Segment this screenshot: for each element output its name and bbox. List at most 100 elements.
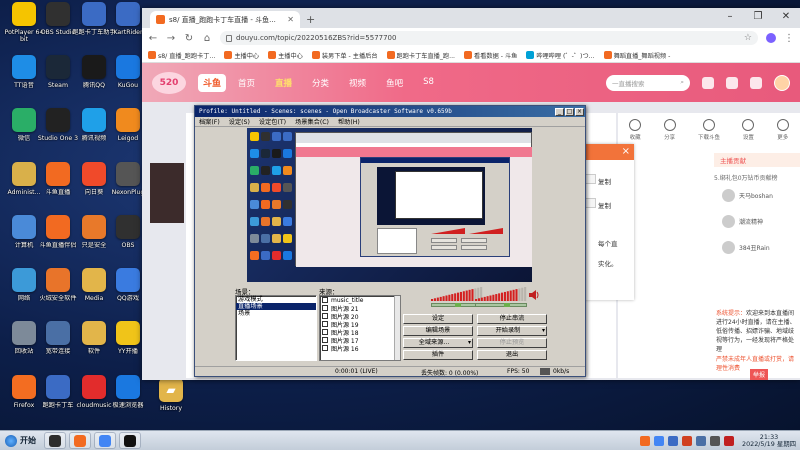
home-icon[interactable]: ⌂ <box>202 33 212 44</box>
tray-shield-icon[interactable] <box>682 436 693 446</box>
site-nav-item[interactable]: S8 <box>423 77 434 89</box>
back-icon[interactable]: ← <box>148 33 158 44</box>
search-icon[interactable]: ⌕ <box>680 78 684 87</box>
source-checkbox[interactable] <box>322 337 328 343</box>
new-tab-button[interactable]: + <box>306 13 315 26</box>
site-nav-item[interactable]: 分类 <box>312 77 329 89</box>
left-thumbnail[interactable] <box>150 163 184 223</box>
rank-tab[interactable]: 主播贡献 <box>714 153 800 167</box>
viewer-item[interactable]: 潮流精神 <box>722 215 763 228</box>
site-nav-item[interactable]: 直播 <box>275 77 292 89</box>
site-search-input[interactable]: 一直播搜索 ⌕ <box>606 74 690 91</box>
obs-preview[interactable] <box>247 128 532 282</box>
address-bar[interactable]: douyu.com/topic/20220516ZBS?rid=5577700 … <box>220 31 758 45</box>
side-tool[interactable]: 收藏 <box>629 119 642 141</box>
reload-icon[interactable]: ↻ <box>184 33 194 44</box>
viewer-item[interactable]: 384丑Rain <box>722 241 770 254</box>
sources-list[interactable]: music_title 图片源 21 图片源 20 图片源 19 图片源 18 图片源 1… <box>319 295 401 361</box>
taskbar-app[interactable] <box>44 432 66 449</box>
plugins-button[interactable]: 插件 <box>403 350 473 360</box>
tray-chrome-icon[interactable] <box>654 436 665 446</box>
obs-menu-item[interactable]: 设定(S) <box>229 117 250 126</box>
taskbar-app[interactable] <box>119 432 141 449</box>
address-url[interactable]: douyu.com/topic/20220516ZBS?rid=5577700 <box>236 34 740 42</box>
history-icon[interactable] <box>702 76 714 89</box>
taskbar-app[interactable] <box>69 432 91 449</box>
douyu-logo[interactable]: 斗鱼 <box>198 73 226 92</box>
exit-button[interactable]: 退出 <box>477 350 547 360</box>
tray-user-icon[interactable] <box>668 436 679 446</box>
side-tool[interactable]: 下载斗鱼 <box>698 119 720 141</box>
obs-menu-item[interactable]: 场景集合(C) <box>295 117 329 126</box>
obs-window[interactable]: Profile: Untitled - Scenes: scenes - Ope… <box>194 105 586 377</box>
bookmark-item[interactable]: 跑跑卡丁车直播_跑... <box>386 51 455 60</box>
desktop-volume-slider[interactable] <box>475 303 527 307</box>
side-tool[interactable]: 设置 <box>742 119 755 141</box>
message-icon[interactable] <box>726 76 738 89</box>
site-nav-item[interactable]: 首页 <box>238 77 255 89</box>
site-nav-item[interactable]: 鱼吧 <box>386 77 403 89</box>
report-button[interactable]: 举报 <box>750 369 769 380</box>
global-sources-button[interactable]: 全域来源... <box>403 338 473 348</box>
settings-button[interactable]: 设定 <box>403 314 473 324</box>
profile-avatar-icon[interactable] <box>766 33 776 43</box>
popup-copy-2[interactable]: 复制 <box>598 200 611 210</box>
bookmark-item[interactable]: 哔哩哔哩 (゜-゜)つ... <box>526 51 595 60</box>
obs-minimize-icon[interactable]: _ <box>555 107 564 116</box>
obs-menu-item[interactable]: 档案(F) <box>199 117 220 126</box>
bookmark-item[interactable]: 装男下单 - 主播后台 <box>311 51 378 60</box>
viewer-item[interactable]: 天马boshan <box>722 189 773 202</box>
preview-button[interactable]: 停止预览 <box>477 338 547 348</box>
notification-icon[interactable] <box>750 76 762 89</box>
user-avatar[interactable] <box>774 74 790 91</box>
desktop-volume-knob[interactable] <box>503 303 510 307</box>
obs-maximize-icon[interactable]: □ <box>565 107 574 116</box>
source-item[interactable]: 图片源 16 <box>320 344 400 353</box>
bookmark-item[interactable]: 主播中心 <box>224 51 259 60</box>
tray-network-icon[interactable] <box>696 436 707 446</box>
source-checkbox[interactable] <box>322 305 328 311</box>
speaker-icon[interactable] <box>529 290 539 300</box>
maximize-icon[interactable]: ❐ <box>744 8 772 28</box>
scenes-list[interactable]: 游戏模式 直播场景 场景 <box>235 295 317 361</box>
scene-item[interactable]: 直播场景 <box>236 303 316 310</box>
popup-close-icon[interactable]: × <box>622 147 630 157</box>
tray-douyu-icon[interactable] <box>640 436 651 446</box>
obs-titlebar[interactable]: Profile: Untitled - Scenes: scenes - Ope… <box>195 106 585 117</box>
bookmark-item[interactable]: s8/ 直播_跑跑卡丁... <box>148 51 215 60</box>
bookmark-star-icon[interactable]: ☆ <box>744 33 752 43</box>
tray-ime-icon[interactable] <box>724 436 735 446</box>
forward-icon[interactable]: → <box>166 33 176 44</box>
source-checkbox[interactable] <box>322 297 328 303</box>
sources-scrollbar[interactable] <box>394 296 400 360</box>
source-checkbox[interactable] <box>322 345 328 351</box>
bookmark-item[interactable]: 主播中心 <box>268 51 303 60</box>
edit-scene-button[interactable]: 编辑场景 <box>403 326 473 336</box>
obs-close-icon[interactable]: × <box>575 107 584 116</box>
site-nav-item[interactable]: 视频 <box>349 77 366 89</box>
mic-volume-knob[interactable] <box>455 303 461 307</box>
tab-close-icon[interactable]: ✕ <box>287 15 294 24</box>
browser-tab[interactable]: s8/ 直播_跑跑卡丁车直播 - 斗鱼... ✕ <box>150 11 300 28</box>
tray-volume-icon[interactable] <box>710 436 721 446</box>
side-tool[interactable]: 更多 <box>776 119 789 141</box>
clock[interactable]: 21:33 2022/5/19 星期四 <box>742 433 796 449</box>
event-badge[interactable]: 520 <box>152 71 186 94</box>
popup-copy-1[interactable]: 复制 <box>598 176 611 186</box>
desktop-icon[interactable]: 极速浏览器 <box>106 375 150 427</box>
source-checkbox[interactable] <box>322 321 328 327</box>
obs-menu-item[interactable]: 帮助(H) <box>338 117 360 126</box>
source-checkbox[interactable] <box>322 313 328 319</box>
minimize-icon[interactable]: – <box>716 8 744 28</box>
scene-item[interactable]: 场景 <box>236 310 316 317</box>
side-tool[interactable]: 分享 <box>663 119 676 141</box>
obs-menu-item[interactable]: 设定包(T) <box>259 117 286 126</box>
source-checkbox[interactable] <box>322 329 328 335</box>
taskbar-app[interactable] <box>94 432 116 449</box>
start-recording-button[interactable]: 开始录制 <box>477 326 547 336</box>
scene-item[interactable]: 游戏模式 <box>236 296 316 303</box>
bookmark-item[interactable]: 看看数据 - 斗鱼 <box>464 51 517 60</box>
menu-dots-icon[interactable]: ⋮ <box>784 33 794 44</box>
close-window-icon[interactable]: ✕ <box>772 8 800 28</box>
desktop-icon-history[interactable]: ▰ History <box>156 378 186 430</box>
